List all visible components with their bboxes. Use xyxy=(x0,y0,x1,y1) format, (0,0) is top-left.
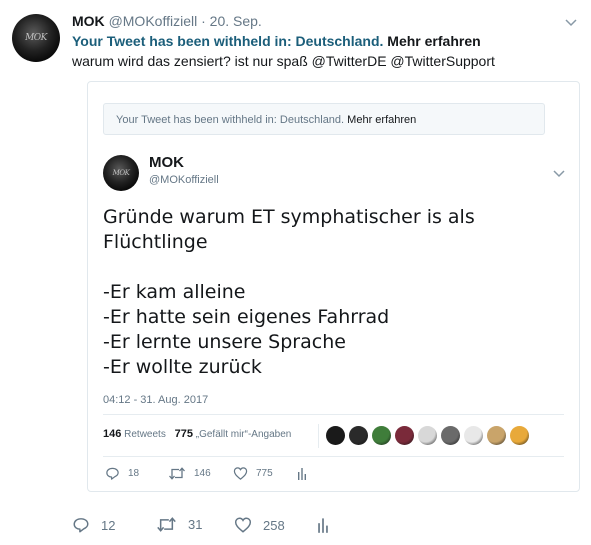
divider xyxy=(103,456,564,457)
mok-logo-icon: MOK xyxy=(25,33,47,43)
quoted-avatar[interactable]: MOK xyxy=(103,155,139,191)
liker-avatar[interactable] xyxy=(372,426,391,445)
quoted-tweet[interactable]: Your Tweet has been withheld in: Deutsch… xyxy=(87,81,580,492)
tweet-text: warum wird das zensiert? ist nur spaß @T… xyxy=(72,53,495,69)
like-count: 775 xyxy=(256,468,273,479)
mok-logo-icon: MOK xyxy=(112,169,130,177)
chevron-down-icon[interactable] xyxy=(565,16,577,28)
retweet-icon xyxy=(169,467,185,480)
like-label: „Gefällt mir“-Angaben xyxy=(195,429,292,440)
analytics-button[interactable] xyxy=(297,466,315,481)
retweet-count: 146 xyxy=(194,468,211,479)
retweet-button[interactable]: 31 xyxy=(156,516,202,533)
reply-button[interactable]: 18 xyxy=(105,466,139,481)
quoted-author-name[interactable]: MOK xyxy=(149,154,184,171)
chevron-down-icon[interactable] xyxy=(553,167,565,179)
retweet-count: 146 xyxy=(103,428,122,440)
heart-icon xyxy=(233,467,248,480)
liker-avatar[interactable] xyxy=(464,426,483,445)
reply-button[interactable]: 12 xyxy=(72,516,115,534)
analytics-icon xyxy=(298,468,306,480)
text-line: -Er wollte zurück xyxy=(103,356,262,378)
text-line: -Er hatte sein eigenes Fahrrad xyxy=(103,306,390,328)
like-stat[interactable]: 775 „Gefällt mir“-Angaben xyxy=(174,428,292,440)
reply-icon xyxy=(106,467,119,480)
liker-avatar[interactable] xyxy=(441,426,460,445)
reply-icon xyxy=(73,518,89,533)
divider xyxy=(318,424,319,448)
text-line: Flüchtlinge xyxy=(103,231,208,253)
withheld-notice: Your Tweet has been withheld in: Deutsch… xyxy=(72,33,481,49)
learn-more-link[interactable]: Mehr erfahren xyxy=(387,33,480,49)
quoted-learn-more-link[interactable]: Mehr erfahren xyxy=(347,114,416,126)
quoted-tweet-text: Gründe warum ET symphatischer is als Flü… xyxy=(103,205,563,380)
liker-avatar[interactable] xyxy=(349,426,368,445)
liker-avatar[interactable] xyxy=(418,426,437,445)
retweet-stat[interactable]: 146 Retweets xyxy=(103,428,166,440)
like-button[interactable]: 258 xyxy=(234,516,285,534)
like-count: 258 xyxy=(263,517,285,533)
retweet-button[interactable]: 146 xyxy=(168,466,211,481)
quoted-withheld-notice: Your Tweet has been withheld in: Deutsch… xyxy=(103,103,545,135)
text-line xyxy=(103,255,563,280)
text-line: Gründe warum ET symphatischer is als xyxy=(103,206,475,228)
quoted-withheld-text: Your Tweet has been withheld in: Deutsch… xyxy=(116,114,345,126)
quoted-author-handle[interactable]: @MOKoffiziell xyxy=(149,174,219,186)
avatar[interactable]: MOK xyxy=(12,14,60,62)
analytics-icon xyxy=(318,518,328,533)
like-button[interactable]: 775 xyxy=(233,466,273,481)
retweet-count: 31 xyxy=(188,517,203,532)
heart-icon xyxy=(234,517,252,533)
liker-avatar[interactable] xyxy=(487,426,506,445)
retweet-label: Retweets xyxy=(124,429,166,440)
like-count: 775 xyxy=(174,428,193,440)
tweet-header: MOK @MOKoffiziell · 20. Sep. xyxy=(72,13,262,29)
engagement-stats: 146 Retweets 775 „Gefällt mir“-Angaben xyxy=(103,428,291,440)
liker-avatar[interactable] xyxy=(510,426,529,445)
retweet-icon xyxy=(157,517,176,532)
tweet-date[interactable]: 20. Sep. xyxy=(210,13,262,29)
quoted-timestamp[interactable]: 04:12 - 31. Aug. 2017 xyxy=(103,394,208,406)
reply-count: 12 xyxy=(101,517,116,533)
author-name[interactable]: MOK xyxy=(72,13,105,29)
text-line: -Er kam alleine xyxy=(103,281,246,303)
analytics-button[interactable] xyxy=(317,516,340,534)
withheld-text: Your Tweet has been withheld in: Deutsch… xyxy=(72,33,384,49)
text-line: -Er lernte unsere Sprache xyxy=(103,331,346,353)
liker-avatar[interactable] xyxy=(326,426,345,445)
divider xyxy=(103,414,564,415)
separator-dot: · xyxy=(201,13,206,29)
liker-avatar[interactable] xyxy=(395,426,414,445)
reply-count: 18 xyxy=(128,468,140,479)
author-handle[interactable]: @MOKoffiziell xyxy=(109,13,198,29)
